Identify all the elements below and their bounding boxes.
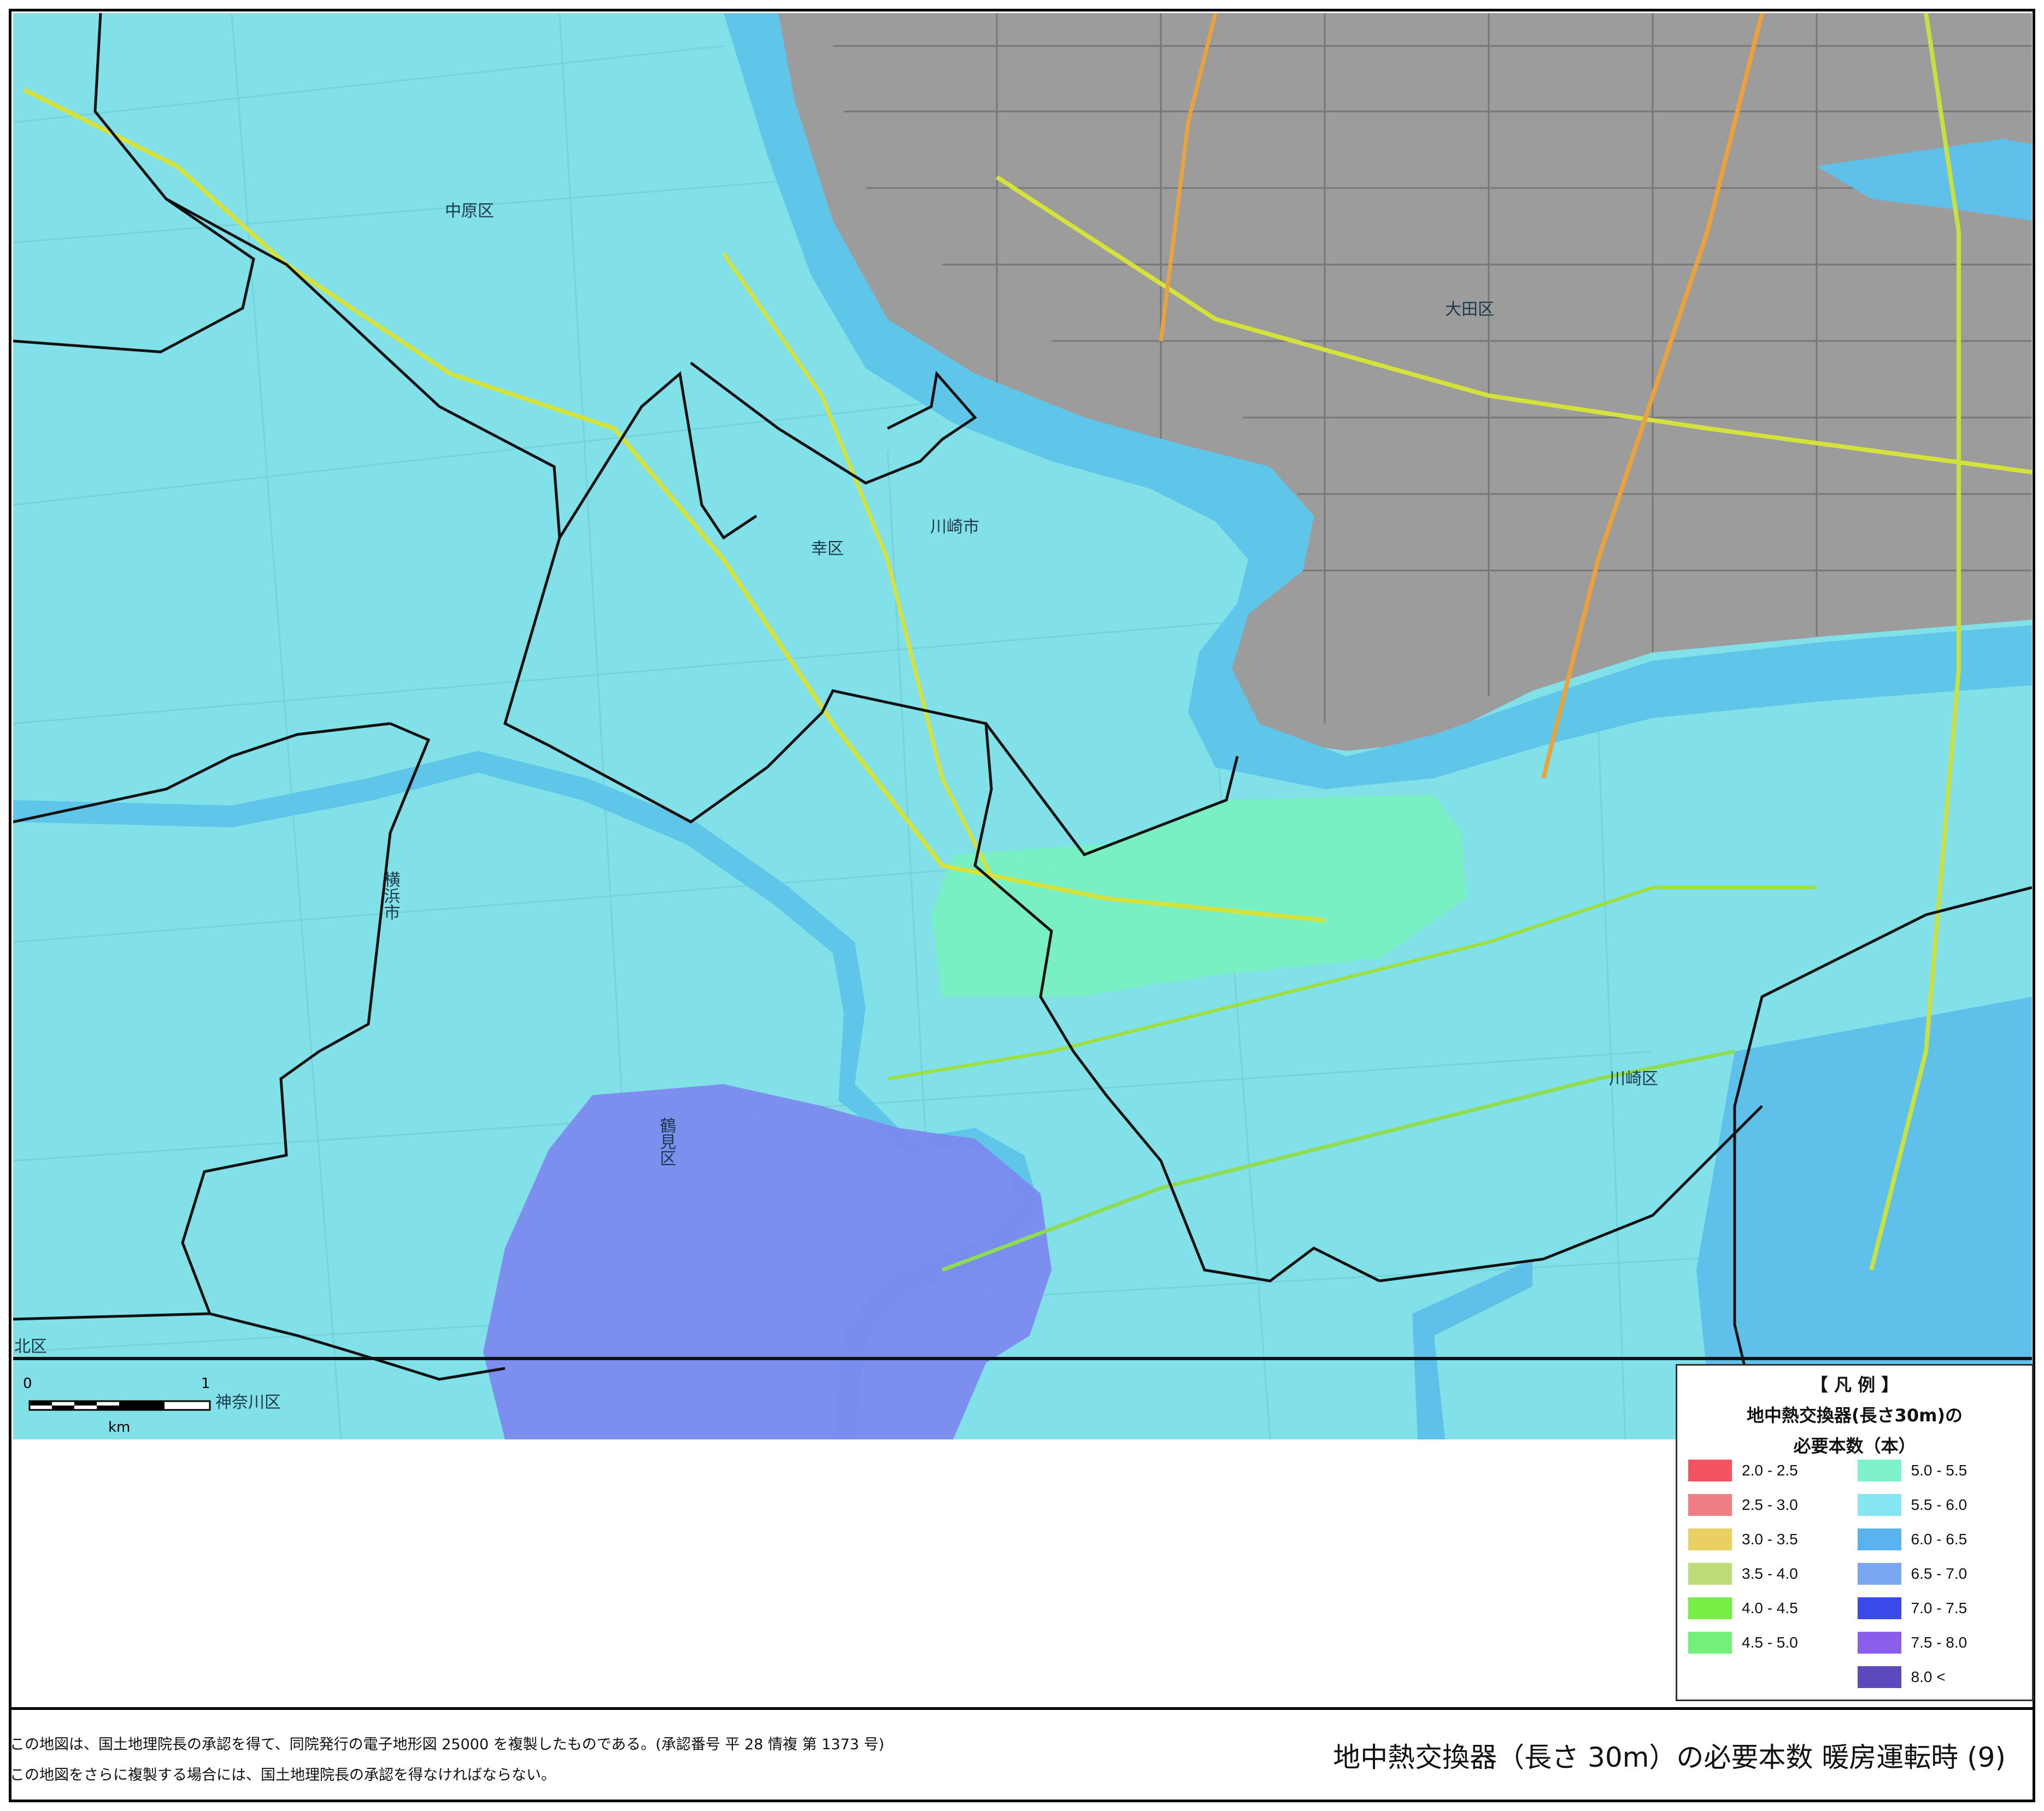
- legend-item: 3.0 - 3.5: [1688, 1522, 1858, 1556]
- label-yokohama: 横浜市: [381, 871, 401, 920]
- legend-swatch: [1857, 1631, 1901, 1654]
- legend-title-2: 地中熱交換器(長さ30m)の: [1746, 1405, 1963, 1426]
- label-kawasaki-ku: 川崎区: [1609, 1069, 1658, 1089]
- legend-label: 2.0 - 2.5: [1742, 1461, 1798, 1479]
- label-kita: 北区: [14, 1337, 47, 1356]
- legend-swatch: [1857, 1528, 1901, 1550]
- legend-label: 3.0 - 3.5: [1742, 1530, 1798, 1548]
- legend-item: 7.5 - 8.0: [1857, 1625, 2027, 1660]
- label-kanagawa: 神奈川区: [215, 1393, 281, 1412]
- scale-one: 1: [201, 1375, 210, 1392]
- label-kawasaki-city: 川崎市: [930, 518, 979, 537]
- legend-label: 6.0 - 6.5: [1911, 1530, 1967, 1548]
- map-canvas[interactable]: 中原区 大田区 幸区 川崎市 川崎区 鶴見区 横浜市 神奈川区 北区 0 1 k…: [13, 13, 2032, 1439]
- copyright-notice: この地図は、国土地理院長の承認を得て、同院発行の電子地形図 25000 を複製し…: [10, 1730, 884, 1791]
- copyright-line-1: この地図は、国土地理院長の承認を得て、同院発行の電子地形図 25000 を複製し…: [10, 1736, 885, 1753]
- legend-swatch: [1857, 1494, 1901, 1516]
- legend-swatch: [1688, 1459, 1732, 1481]
- legend-swatch: [1688, 1528, 1732, 1550]
- footer-divider: [9, 1707, 2035, 1710]
- legend-label: 3.5 - 4.0: [1742, 1565, 1798, 1582]
- legend-label: 2.5 - 3.0: [1742, 1496, 1798, 1513]
- legend-item: 5.0 - 5.5: [1857, 1453, 2027, 1487]
- legend-item: 7.0 - 7.5: [1857, 1591, 2027, 1625]
- label-tsurumi: 鶴見区: [657, 1117, 677, 1166]
- label-nakahara: 中原区: [445, 202, 494, 221]
- label-saiwai: 幸区: [811, 539, 844, 558]
- legend-label: 7.0 - 7.5: [1911, 1599, 1967, 1616]
- legend-swatch: [1857, 1666, 1901, 1688]
- label-ota: 大田区: [1445, 300, 1494, 319]
- legend-swatch: [1688, 1597, 1732, 1619]
- legend-label: 6.5 - 7.0: [1911, 1565, 1967, 1582]
- legend-panel: 【 凡 例 】 地中熱交換器(長さ30m)の 必要本数（本） 2.0 - 2.5…: [1676, 1364, 2034, 1701]
- legend-item: 4.5 - 5.0: [1688, 1625, 1858, 1660]
- copyright-line-2: この地図をさらに複製する場合には、国土地理院長の承認を得なければならない。: [10, 1767, 556, 1784]
- legend-swatch: [1857, 1459, 1901, 1481]
- legend-right-column: 5.0 - 5.5 5.5 - 6.0 6.0 - 6.5 6.5 - 7.0 …: [1857, 1453, 2027, 1694]
- legend-item: 2.0 - 2.5: [1688, 1453, 1858, 1487]
- legend-swatch: [1857, 1562, 1901, 1585]
- legend-item: 6.0 - 6.5: [1857, 1522, 2027, 1556]
- legend-swatch: [1688, 1562, 1732, 1585]
- legend-label: 4.0 - 4.5: [1742, 1599, 1798, 1616]
- legend-left-column: 2.0 - 2.5 2.5 - 3.0 3.0 - 3.5 3.5 - 4.0 …: [1688, 1453, 1858, 1694]
- legend-item: 2.5 - 3.0: [1688, 1487, 1858, 1522]
- legend-title-1: 【 凡 例 】: [1810, 1374, 1899, 1395]
- legend-item: 6.5 - 7.0: [1857, 1556, 2027, 1591]
- legend-item: 4.0 - 4.5: [1688, 1591, 1858, 1625]
- legend-item: 3.5 - 4.0: [1688, 1556, 1858, 1591]
- legend-item: 5.5 - 6.0: [1857, 1487, 2027, 1522]
- legend-swatch: [1688, 1494, 1732, 1516]
- legend-label: 7.5 - 8.0: [1911, 1633, 1967, 1651]
- map-title: 地中熱交換器（長さ 30m）の必要本数 暖房運転時 (9): [1333, 1742, 2006, 1773]
- legend-label: 5.5 - 6.0: [1911, 1496, 1967, 1513]
- scale-unit: km: [108, 1419, 130, 1436]
- scale-zero: 0: [23, 1375, 32, 1392]
- legend-label: 4.5 - 5.0: [1742, 1633, 1798, 1651]
- legend-label: 5.0 - 5.5: [1911, 1461, 1967, 1479]
- legend-label: 8.0 <: [1911, 1668, 1946, 1685]
- legend-swatch: [1688, 1631, 1732, 1654]
- legend-swatch: [1857, 1597, 1901, 1619]
- legend-item: 8.0 <: [1857, 1660, 2027, 1694]
